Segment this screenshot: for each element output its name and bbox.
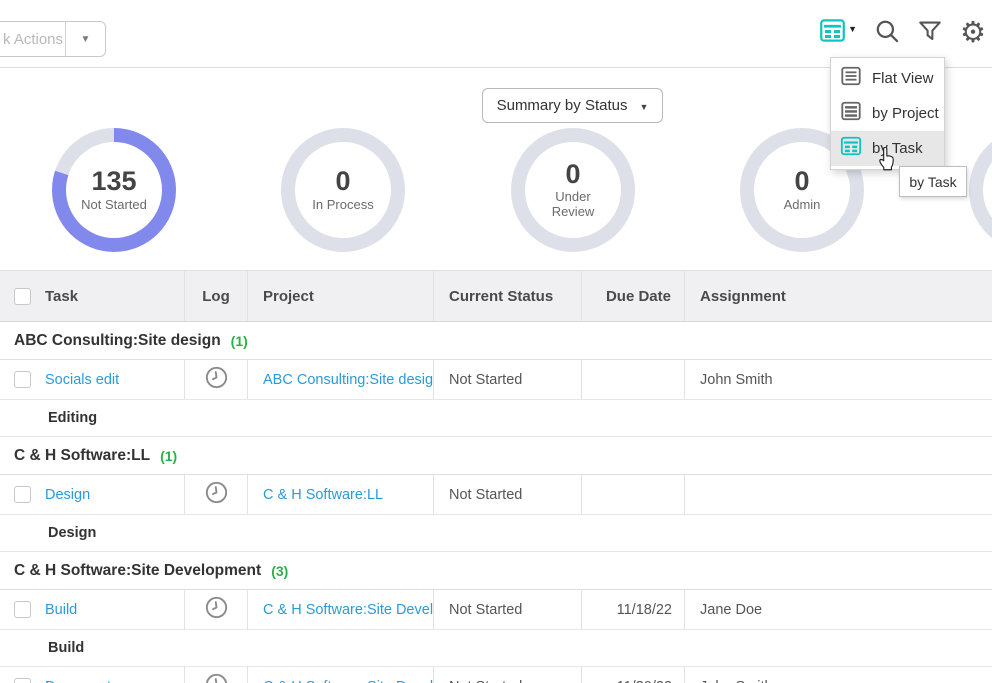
group-header: C & H Software:LL (1): [0, 437, 992, 475]
group-count: (1): [160, 448, 177, 464]
tasklist-row: Design: [0, 515, 992, 552]
donut-label: Not Started: [81, 198, 147, 213]
task-actions-button[interactable]: k Actions ▼: [0, 21, 106, 57]
donut-under-review: 0 Under Review: [511, 128, 635, 252]
donut-in-process: 0 In Process: [281, 128, 405, 252]
assignee-value: Jane Doe: [700, 602, 762, 618]
assignee-value: John Smith: [700, 372, 773, 388]
donut-count: 0: [565, 160, 580, 188]
donut-ring: 0 In Process: [281, 128, 405, 252]
group-count: (3): [271, 563, 288, 579]
table-row: Documents C & H Software:Site Developmen…: [0, 667, 992, 683]
summary-select-label: Summary by Status: [497, 97, 628, 114]
by-task-tooltip: by Task: [899, 166, 967, 197]
log-time-icon[interactable]: [204, 672, 229, 683]
log-time-icon[interactable]: [204, 365, 229, 395]
column-header-task[interactable]: Task: [45, 288, 78, 305]
by-project-icon: [840, 100, 862, 127]
status-value: Not Started: [449, 679, 522, 683]
task-actions-caret[interactable]: ▼: [65, 22, 105, 56]
row-checkbox[interactable]: [14, 486, 31, 503]
project-link[interactable]: C & H Software:Site Development: [263, 679, 433, 683]
status-value: Not Started: [449, 372, 522, 388]
chevron-down-icon: ▼: [848, 24, 857, 34]
tasklist-row: Editing: [0, 400, 992, 437]
table-row: Design C & H Software:LL Not Started: [0, 475, 992, 515]
search-button[interactable]: [874, 18, 900, 49]
assignee-value: John Smith: [700, 679, 773, 683]
group-count: (1): [231, 333, 248, 349]
donut-count: 0: [794, 167, 809, 195]
by-task-icon: [840, 135, 862, 162]
donut-label: Admin: [784, 198, 821, 213]
column-header-assignment[interactable]: Assignment: [700, 288, 786, 305]
donut-count: 135: [91, 167, 136, 195]
menu-item-by-project[interactable]: by Project: [831, 96, 944, 131]
task-link[interactable]: Documents: [45, 679, 118, 683]
column-header-current-status[interactable]: Current Status: [449, 288, 553, 305]
donut-ring: 135 Not Started: [52, 128, 176, 252]
search-icon: [874, 18, 900, 49]
log-time-icon[interactable]: [204, 480, 229, 510]
flat-view-icon: [840, 65, 862, 92]
hand-cursor-icon: [876, 147, 897, 176]
log-time-icon[interactable]: [204, 595, 229, 625]
column-header-project[interactable]: Project: [263, 288, 314, 305]
donut-label: In Process: [312, 198, 373, 213]
settings-button[interactable]: ⚙: [960, 19, 986, 48]
donut-partial: [969, 128, 992, 252]
gear-icon: ⚙: [960, 19, 986, 48]
table-header-row: Task Log Project Current Status Due Date…: [0, 270, 992, 322]
due-date-value: 11/30/22: [617, 679, 672, 683]
column-header-log[interactable]: Log: [202, 288, 230, 305]
status-value: Not Started: [449, 487, 522, 503]
group-name: ABC Consulting:Site design: [14, 332, 221, 350]
donut-ring: [969, 128, 992, 252]
row-checkbox[interactable]: [14, 371, 31, 388]
status-value: Not Started: [449, 602, 522, 618]
tasklist-row: Build: [0, 630, 992, 667]
menu-item-label: Flat View: [872, 70, 933, 87]
donut-count: 0: [335, 167, 350, 195]
task-link[interactable]: Build: [45, 602, 77, 618]
task-link[interactable]: Socials edit: [45, 372, 119, 388]
project-link[interactable]: C & H Software:Site Development: [263, 602, 433, 618]
table-row: Build C & H Software:Site Development No…: [0, 590, 992, 630]
row-checkbox[interactable]: [14, 678, 31, 683]
donut-ring: 0 Under Review: [511, 128, 635, 252]
menu-item-flat-view[interactable]: Flat View: [831, 61, 944, 96]
donut-label: Under Review: [543, 190, 603, 220]
group-header: C & H Software:Site Development (3): [0, 552, 992, 590]
task-view-screen: k Actions ▼ ▼: [0, 0, 992, 683]
tasklist-name: Build: [48, 640, 84, 656]
grid-view-icon: [819, 17, 846, 49]
donut-not-started: 135 Not Started: [52, 128, 176, 252]
tasklist-name: Editing: [48, 410, 97, 426]
group-name: C & H Software:LL: [14, 447, 150, 465]
tooltip-text: by Task: [909, 174, 956, 190]
filter-button[interactable]: [917, 18, 943, 49]
project-link[interactable]: C & H Software:LL: [263, 487, 383, 503]
chevron-down-icon: ▼: [639, 102, 648, 112]
tasklist-name: Design: [48, 525, 96, 541]
group-name: C & H Software:Site Development: [14, 562, 261, 580]
filter-icon: [917, 18, 943, 49]
task-actions-label: k Actions: [3, 31, 63, 48]
summary-by-status-select[interactable]: Summary by Status ▼: [482, 88, 663, 123]
task-table: Task Log Project Current Status Due Date…: [0, 270, 992, 683]
table-row: Socials edit ABC Consulting:Site design …: [0, 360, 992, 400]
select-all-checkbox[interactable]: [14, 288, 31, 305]
group-header: ABC Consulting:Site design (1): [0, 322, 992, 360]
row-checkbox[interactable]: [14, 601, 31, 618]
view-switcher-button[interactable]: ▼: [819, 17, 857, 49]
due-date-value: 11/18/22: [617, 602, 672, 618]
task-link[interactable]: Design: [45, 487, 90, 503]
project-link[interactable]: ABC Consulting:Site design: [263, 372, 433, 388]
menu-item-label: by Project: [872, 105, 939, 122]
column-header-due-date[interactable]: Due Date: [606, 288, 671, 305]
